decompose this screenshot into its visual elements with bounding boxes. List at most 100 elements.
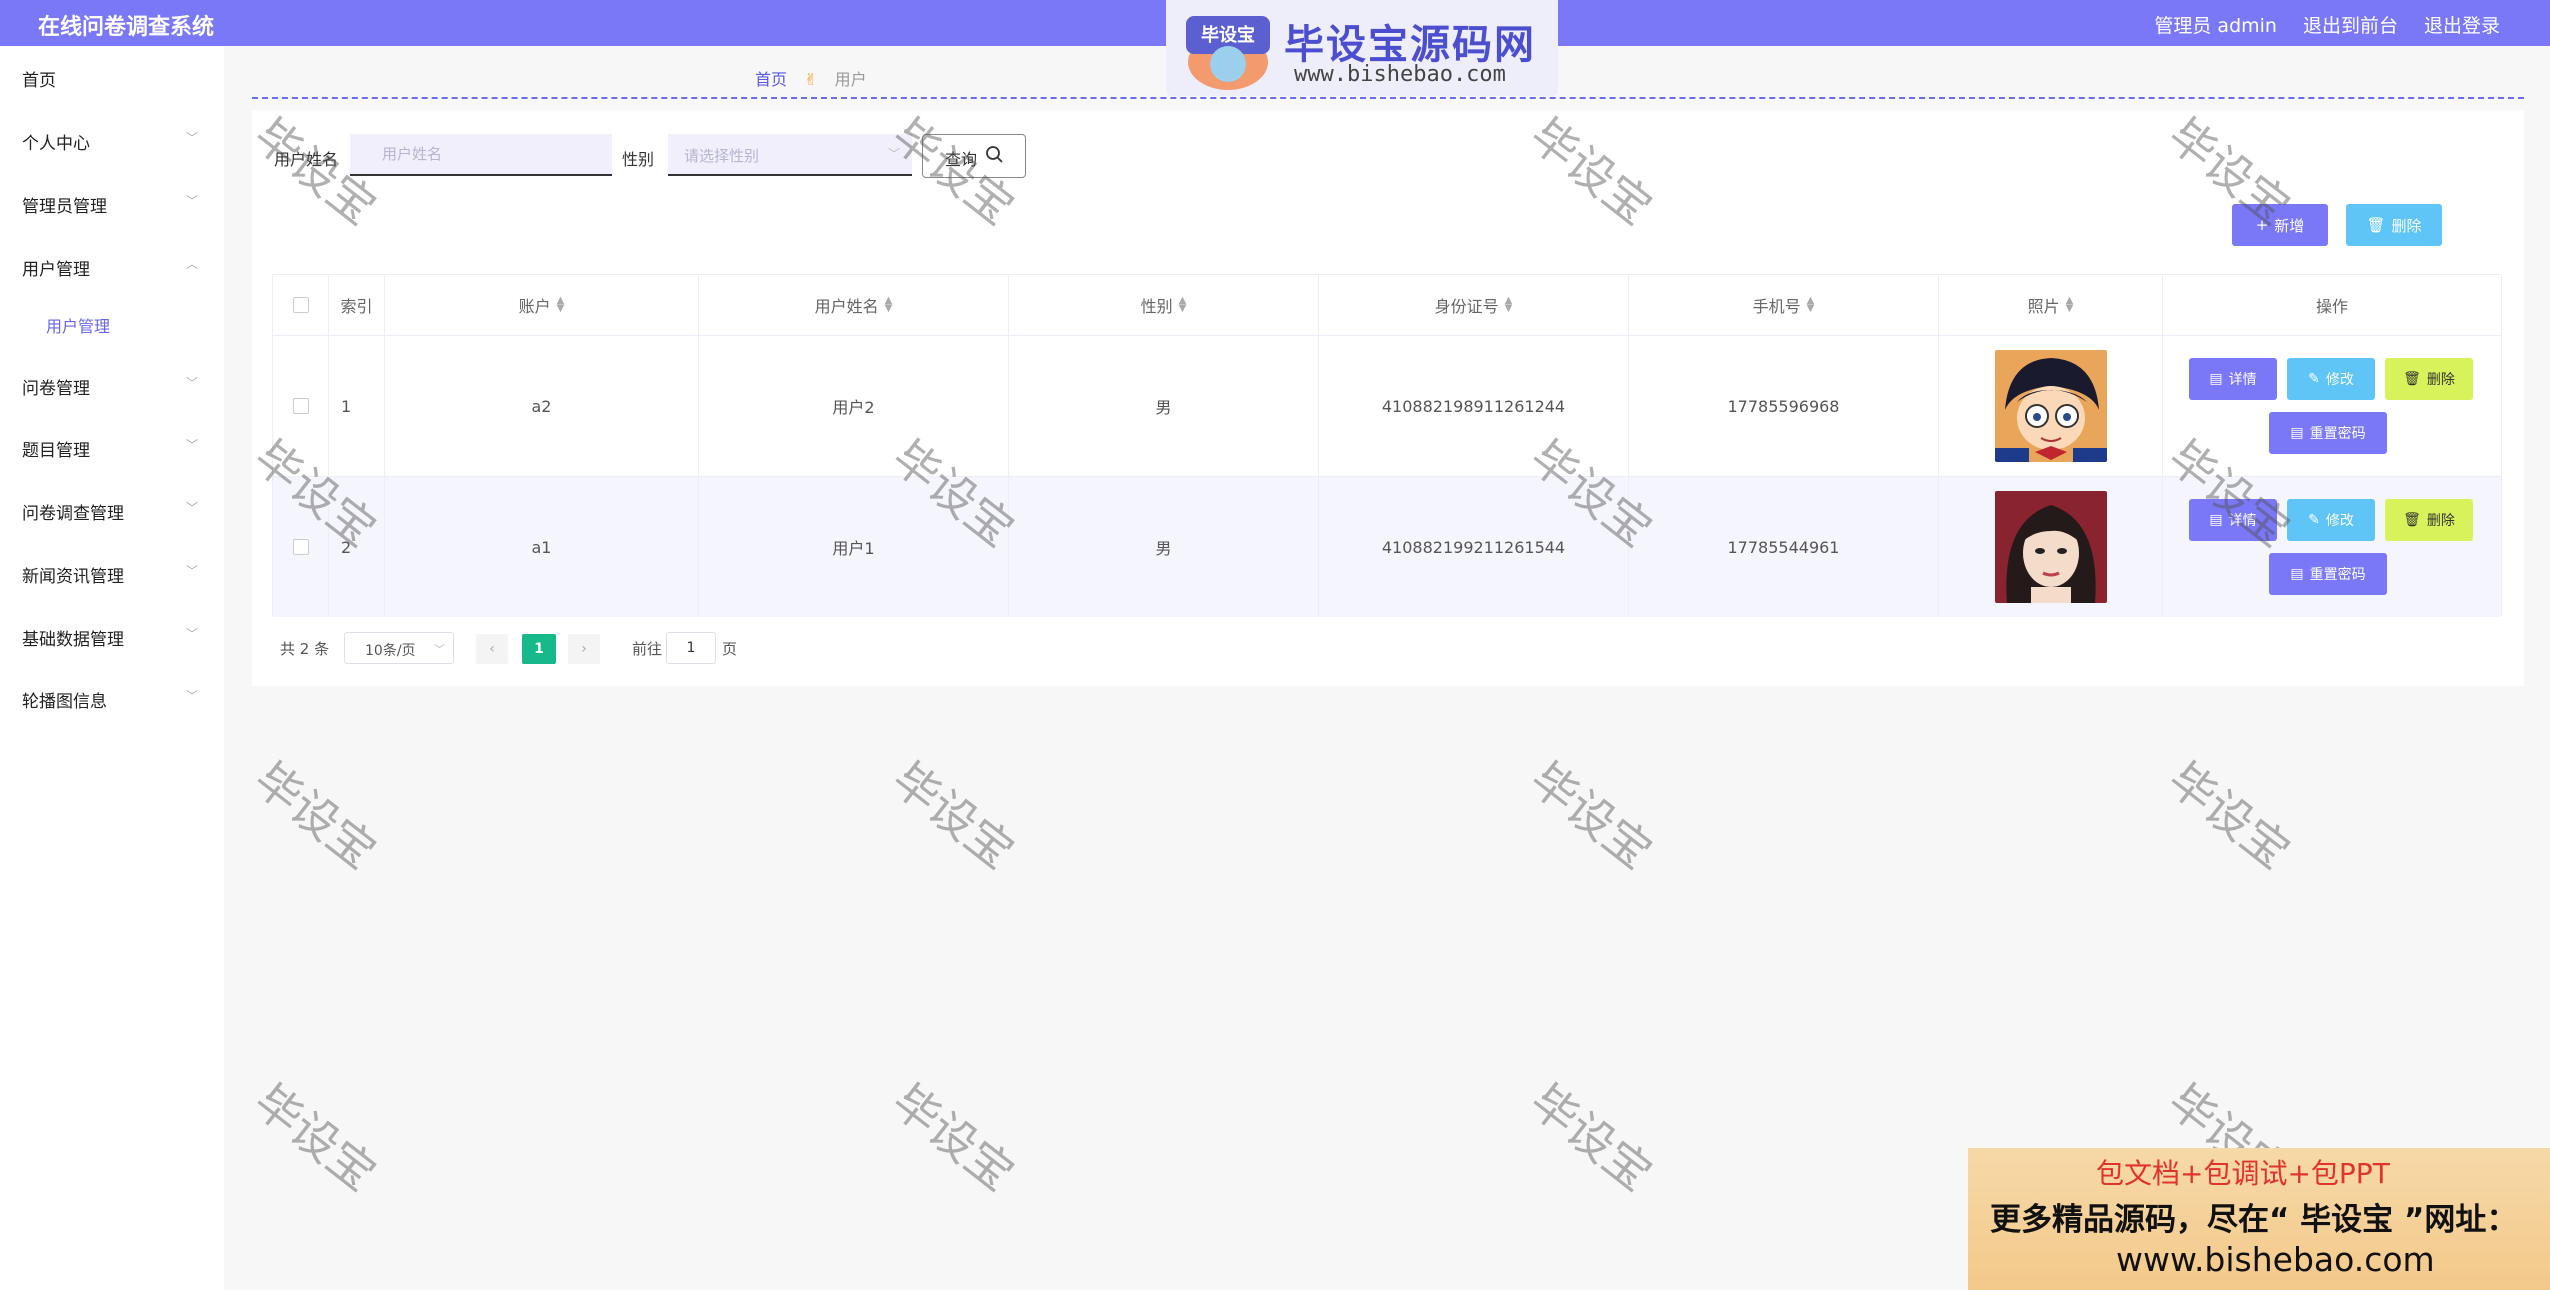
- column-header-label: 操作: [2315, 297, 2348, 316]
- sidebar-item-basic-data-management[interactable]: 基础数据管理 ﹀: [0, 615, 224, 655]
- detail-button-label: 详情: [2228, 513, 2257, 529]
- search-button[interactable]: 查询: [922, 134, 1026, 178]
- index-cell: 1: [329, 336, 385, 476]
- sidebar-item-home[interactable]: 首页: [0, 56, 224, 96]
- name-filter-label: 用户姓名: [274, 150, 339, 169]
- site-logo: 毕设宝 毕设宝源码网 www.bishebao.com: [1166, 0, 1558, 96]
- sidebar-item-news-management[interactable]: 新闻资讯管理 ﹀: [0, 552, 224, 592]
- select-all-checkbox[interactable]: [292, 297, 309, 313]
- sidebar-subitem-user-management[interactable]: 用户管理: [0, 303, 224, 343]
- sidebar-item-questionnaire-management[interactable]: 问卷管理 ﹀: [0, 364, 224, 404]
- name-cell: 用户2: [699, 336, 1009, 476]
- prev-page-button[interactable]: ‹: [476, 634, 508, 664]
- page-size-value: 10条/页: [365, 643, 416, 659]
- column-header[interactable]: 账户 ▲ ▼: [385, 275, 699, 335]
- sidebar-item-label: 轮播图信息: [22, 692, 107, 712]
- column-header-label: 账户: [518, 297, 551, 316]
- name-cell: 用户1: [699, 477, 1009, 617]
- chevron-down-icon: ﹀: [887, 147, 900, 161]
- column-header: 索引: [329, 275, 385, 335]
- user-photo[interactable]: [1994, 491, 2107, 603]
- column-header-label: 照片: [2027, 297, 2060, 316]
- delete-button[interactable]: 🗑 删除: [2385, 499, 2473, 541]
- column-header-label: 索引: [340, 297, 373, 316]
- chevron-right-icon: ›: [581, 641, 587, 657]
- logout-link[interactable]: 退出登录: [2424, 11, 2500, 38]
- sidebar-item-label: 问卷管理: [22, 379, 90, 399]
- sort-icon[interactable]: ▲ ▼: [1505, 296, 1513, 314]
- detail-button-label: 详情: [2228, 372, 2257, 388]
- next-page-button[interactable]: ›: [568, 634, 600, 664]
- gender-cell: 男: [1009, 477, 1319, 617]
- watermark: 毕设宝: [1520, 1073, 1663, 1202]
- row-checkbox[interactable]: [292, 398, 309, 414]
- select-all-header: [273, 275, 329, 335]
- watermark: 毕设宝: [1520, 751, 1663, 880]
- page-number-active[interactable]: 1: [522, 634, 556, 664]
- sidebar-item-question-management[interactable]: 题目管理 ﹀: [0, 426, 224, 466]
- name-search-input[interactable]: [350, 134, 612, 176]
- reset-password-button[interactable]: ▤ 重置密码: [2269, 412, 2387, 454]
- sidebar-item-personal-center[interactable]: 个人中心 ﹀: [0, 119, 224, 159]
- add-button[interactable]: + 新增: [2232, 204, 2328, 246]
- column-header[interactable]: 照片 ▲ ▼: [1939, 275, 2163, 335]
- trash-icon: 🗑: [2366, 216, 2386, 234]
- page-size-select[interactable]: 10条/页 ﹀: [344, 632, 454, 664]
- document-icon: ▤: [2209, 371, 2223, 387]
- sort-icon[interactable]: ▲ ▼: [1179, 296, 1187, 314]
- plus-icon: +: [2255, 216, 2269, 234]
- row-select-cell: [273, 336, 329, 476]
- edit-button[interactable]: ✎ 修改: [2287, 499, 2375, 541]
- document-icon: ▤: [2290, 425, 2304, 441]
- search-button-label: 查询: [945, 150, 978, 169]
- gender-filter-label: 性别: [622, 150, 655, 169]
- row-checkbox[interactable]: [292, 539, 309, 555]
- delete-button-label: 删除: [2391, 216, 2422, 235]
- sidebar-item-admin-management[interactable]: 管理员管理 ﹀: [0, 182, 224, 222]
- sort-icon[interactable]: ▲ ▼: [885, 296, 893, 314]
- edit-button[interactable]: ✎ 修改: [2287, 358, 2375, 400]
- trash-icon: 🗑: [2403, 371, 2421, 387]
- goto-label: 前往: [632, 640, 663, 658]
- user-photo[interactable]: [1994, 350, 2107, 462]
- chevron-down-icon: ﹀: [434, 643, 445, 656]
- sort-icon[interactable]: ▲ ▼: [1807, 296, 1815, 314]
- column-header: 操作: [2163, 275, 2501, 335]
- batch-delete-button[interactable]: 🗑 删除: [2346, 204, 2442, 246]
- watermark: 毕设宝: [882, 751, 1025, 880]
- delete-button[interactable]: 🗑 删除: [2385, 358, 2473, 400]
- delete-button-label: 删除: [2426, 513, 2455, 529]
- goto-page-input[interactable]: 1: [666, 632, 716, 664]
- breadcrumb: 首页 ✌ 用户: [755, 66, 867, 90]
- breadcrumb-current: 用户: [834, 70, 867, 89]
- chevron-down-icon: ﹀: [186, 627, 199, 641]
- chevron-down-icon: ﹀: [186, 131, 199, 145]
- exit-to-front-link[interactable]: 退出到前台: [2303, 11, 2398, 38]
- sidebar-item-survey-management[interactable]: 问卷调查管理 ﹀: [0, 489, 224, 529]
- column-header[interactable]: 身份证号 ▲ ▼: [1319, 275, 1629, 335]
- trash-icon: 🗑: [2403, 512, 2421, 528]
- sidebar-item-carousel-info[interactable]: 轮播图信息 ﹀: [0, 677, 224, 717]
- watermark: 毕设宝: [882, 1073, 1025, 1202]
- promo-line-2: 更多精品源码，尽在“ 毕设宝 ”网址：: [1990, 1202, 2518, 1238]
- chevron-down-icon: ﹀: [186, 376, 199, 390]
- promo-line-1: 包文档+包调试+包PPT: [2096, 1157, 2390, 1190]
- row-select-cell: [273, 477, 329, 617]
- sort-icon[interactable]: ▲ ▼: [2066, 296, 2074, 314]
- detail-button[interactable]: ▤ 详情: [2189, 499, 2277, 541]
- gender-select[interactable]: 请选择性别 ﹀: [668, 134, 912, 176]
- logo-badge-text: 毕设宝: [1201, 24, 1255, 46]
- column-header[interactable]: 用户姓名 ▲ ▼: [699, 275, 1009, 335]
- reset-password-button[interactable]: ▤ 重置密码: [2269, 553, 2387, 595]
- breadcrumb-home[interactable]: 首页: [755, 70, 787, 89]
- detail-button[interactable]: ▤ 详情: [2189, 358, 2277, 400]
- chevron-down-icon: ﹀: [186, 194, 199, 208]
- sidebar-item-user-management[interactable]: 用户管理 ︿: [0, 245, 224, 285]
- photo-cell: [1939, 477, 2163, 617]
- column-header[interactable]: 性别 ▲ ▼: [1009, 275, 1319, 335]
- promo-banner[interactable]: 包文档+包调试+包PPT 更多精品源码，尽在“ 毕设宝 ”网址： www.bis…: [1968, 1148, 2550, 1290]
- promo-url: www.bishebao.com: [2116, 1240, 2435, 1279]
- column-header[interactable]: 手机号 ▲ ▼: [1629, 275, 1939, 335]
- sort-icon[interactable]: ▲ ▼: [557, 296, 565, 314]
- divider: [252, 97, 2524, 99]
